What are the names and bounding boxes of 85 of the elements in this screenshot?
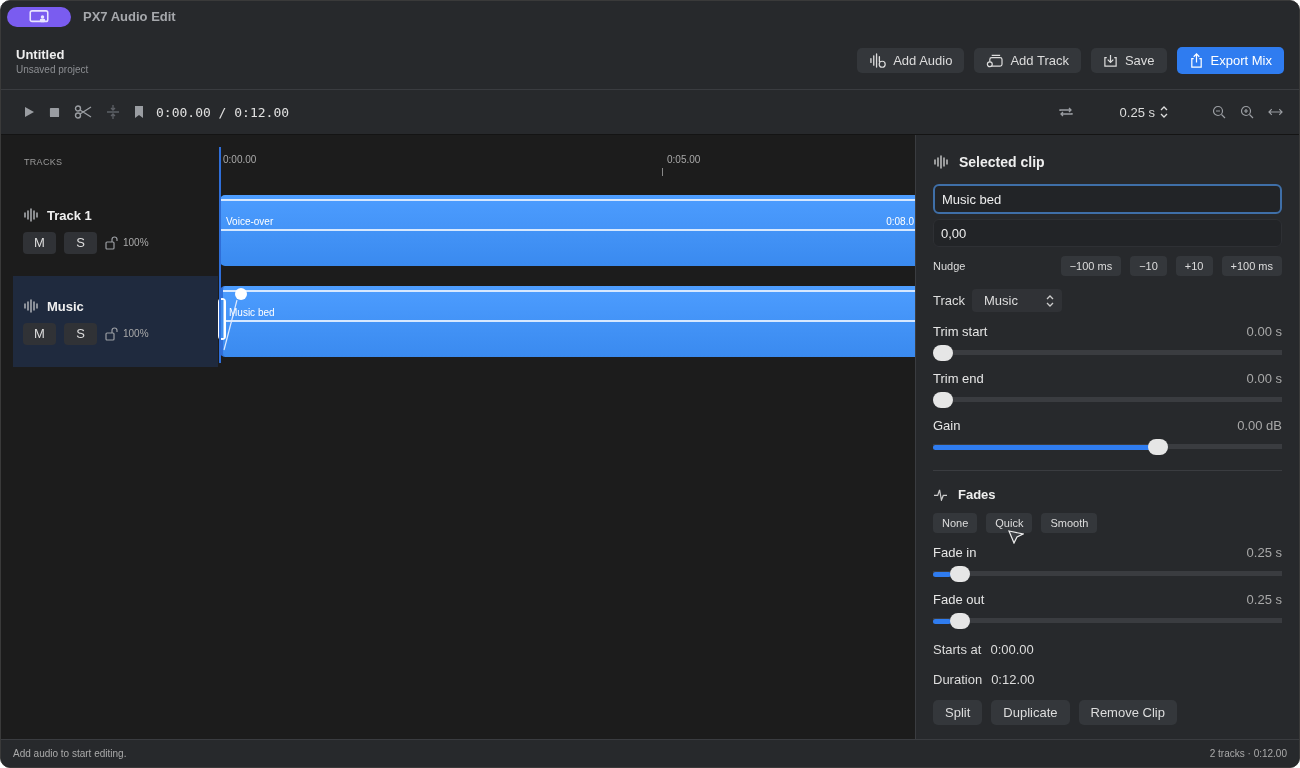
clip-end-time: 0:08.0 xyxy=(886,216,914,227)
info-value: 0:12.00 xyxy=(991,671,1035,687)
waveform-icon xyxy=(23,299,39,313)
slider-thumb[interactable] xyxy=(1148,439,1169,455)
project-title: Untitled xyxy=(16,46,66,62)
fade-mode-button[interactable]: Smooth xyxy=(1041,513,1098,533)
time-readout: 0:00.00 / 0:12.00 xyxy=(156,104,290,120)
info-value: 0:00.00 xyxy=(990,641,1034,657)
track-name: Track 1 xyxy=(47,207,92,223)
slider-reading: 0.00 s xyxy=(1246,324,1282,339)
waveform-icon xyxy=(23,208,39,222)
pulse-icon xyxy=(933,487,948,501)
chevron-updown-icon xyxy=(1160,106,1168,118)
track-volume: 100% xyxy=(123,237,149,248)
slider-thumb[interactable] xyxy=(933,392,953,408)
slider-label: Fade in xyxy=(933,545,977,560)
track-volume: 100% xyxy=(123,328,149,339)
slider-label: Trim end xyxy=(933,371,984,386)
download-tray-icon xyxy=(1102,53,1118,68)
zoom-out-icon[interactable] xyxy=(1212,105,1226,119)
slider-reading: 0.00 s xyxy=(1246,371,1282,386)
clip-action-button[interactable]: Duplicate xyxy=(991,700,1070,725)
fade-mode-button[interactable]: None xyxy=(933,513,978,533)
app-logo[interactable] xyxy=(7,6,71,27)
snap-stepper[interactable]: 0.25 s xyxy=(1113,103,1174,121)
waveform-plus-icon xyxy=(869,53,887,68)
save-button[interactable]: Save xyxy=(1090,48,1167,73)
nudge-button[interactable]: −100 ms xyxy=(1060,256,1122,276)
solo-button[interactable]: S xyxy=(64,322,97,345)
track-header[interactable]: Music M S 100% xyxy=(13,276,218,367)
mute-button[interactable]: M xyxy=(23,322,56,345)
play-icon[interactable] xyxy=(23,106,35,118)
unlocked-icon[interactable] xyxy=(105,326,119,341)
info-label: Duration xyxy=(933,671,983,687)
clip-action-button[interactable]: Split xyxy=(933,700,983,725)
slider-thumb[interactable] xyxy=(933,345,953,361)
slider-reading: 0.25 s xyxy=(1246,545,1282,560)
track-header[interactable]: Track 1 M S 100% xyxy=(13,185,218,276)
stop-icon[interactable] xyxy=(49,106,60,118)
slider-label: Fade out xyxy=(933,592,985,607)
add-button[interactable]: Add Audio xyxy=(857,48,965,73)
nudge-label: Nudge xyxy=(933,260,966,272)
chevron-updown-icon xyxy=(1046,294,1054,307)
ruler-label: 0:00.00 xyxy=(223,154,257,165)
unlocked-icon[interactable] xyxy=(105,235,119,250)
track-label: Track xyxy=(933,293,966,308)
slider-reading: 0.25 s xyxy=(1246,592,1282,607)
slider-reading: 0.00 dB xyxy=(1237,418,1282,433)
nudge-button[interactable]: +10 xyxy=(1175,256,1213,276)
fit-width-icon[interactable] xyxy=(1268,106,1283,118)
slider-label: Gain xyxy=(933,418,961,433)
mute-button[interactable]: M xyxy=(23,231,56,254)
share-icon xyxy=(1188,53,1204,68)
waveform-icon xyxy=(933,155,949,169)
clip-label: Music bed xyxy=(229,307,275,318)
status-text: Add audio to start editing. xyxy=(13,748,127,759)
track-stack-icon xyxy=(986,53,1004,68)
track-name: Music xyxy=(47,298,84,314)
cursor-icon xyxy=(1008,530,1024,544)
bookmark-icon[interactable] xyxy=(134,105,144,119)
add-button[interactable]: Add Track xyxy=(974,48,1081,73)
window-title: PX7 Audio Edit xyxy=(83,9,176,24)
section-title: Fades xyxy=(958,486,996,502)
clip-name-field[interactable]: Music bed xyxy=(933,184,1282,214)
status-summary: 2 tracks · 0:12.00 xyxy=(1209,748,1287,759)
track-select[interactable]: Music xyxy=(972,289,1062,312)
zoom-in-icon[interactable] xyxy=(1240,105,1254,119)
export-button[interactable]: Export Mix xyxy=(1176,47,1284,74)
scissors-icon[interactable] xyxy=(74,105,92,119)
nudge-button[interactable]: +100 ms xyxy=(1221,256,1282,276)
panel-title: Selected clip xyxy=(959,154,1045,170)
slider-thumb[interactable] xyxy=(950,613,971,629)
tracks-heading: TRACKS xyxy=(23,156,64,169)
loop-icon[interactable] xyxy=(1057,105,1074,119)
slider-thumb[interactable] xyxy=(950,566,971,582)
slider-label: Trim start xyxy=(933,324,988,339)
clip-action-button[interactable]: Remove Clip xyxy=(1078,700,1177,725)
fade-mode-button[interactable]: Quick xyxy=(986,513,1033,533)
nudge-button[interactable]: −10 xyxy=(1130,256,1167,276)
ruler-label: 0:05.00 xyxy=(667,154,701,165)
project-subtitle: Unsaved project xyxy=(16,63,89,75)
clip-label: Voice-over xyxy=(226,216,274,227)
info-label: Starts at xyxy=(933,641,982,657)
solo-button[interactable]: S xyxy=(64,231,97,254)
offset-field[interactable]: 0,00 xyxy=(933,219,1282,247)
